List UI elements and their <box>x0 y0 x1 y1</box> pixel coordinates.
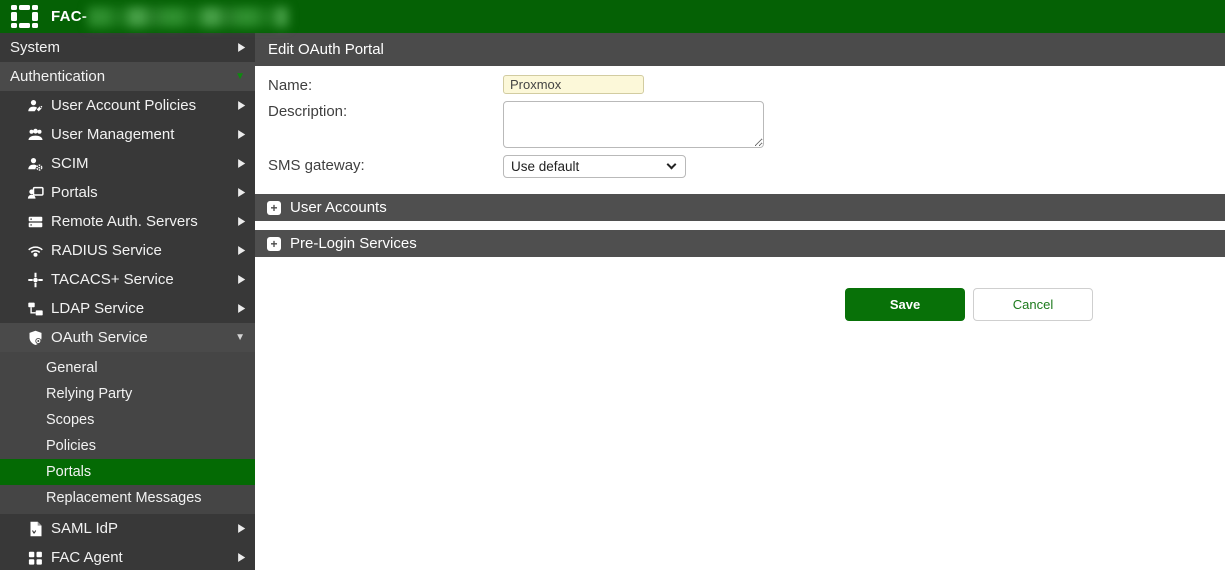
section-label: Pre-Login Services <box>290 235 417 252</box>
servers-icon <box>26 214 44 230</box>
chevron-right-icon: ▶ <box>238 522 245 536</box>
expand-plus-icon[interactable]: + <box>267 201 281 215</box>
sidebar-item-label: SCIM <box>51 155 238 172</box>
sidebar-item-remote-auth-servers[interactable]: Remote Auth. Servers ▶ <box>0 207 255 236</box>
name-row: Name: <box>268 75 1225 94</box>
page-title: Edit OAuth Portal <box>268 41 384 58</box>
user-window-icon <box>26 185 44 201</box>
sidebar-item-portals[interactable]: Portals ▶ <box>0 178 255 207</box>
sms-gateway-select[interactable]: Use default <box>503 155 686 178</box>
sidebar-item-saml-idp[interactable]: SAML IdP ▶ <box>0 514 255 543</box>
sidebar-item-label: LDAP Service <box>51 300 238 317</box>
description-label: Description: <box>268 101 503 120</box>
sidebar-item-oauth-portals[interactable]: Portals <box>0 459 255 485</box>
section-label: User Accounts <box>290 199 387 216</box>
form-actions: Save Cancel <box>845 288 1225 321</box>
edit-oauth-portal-form: Name: Description: SMS gateway: Use defa… <box>255 66 1225 185</box>
tree-hierarchy-icon <box>26 301 44 317</box>
main-content: Edit OAuth Portal Name: Description: SMS… <box>255 33 1225 570</box>
sidebar-item-ldap-service[interactable]: LDAP Service ▶ <box>0 294 255 323</box>
sidebar-item-fac-agent[interactable]: FAC Agent ▶ <box>0 543 255 570</box>
sidebar-item-label: OAuth Service <box>51 329 235 346</box>
chevron-right-icon: ▶ <box>238 215 245 229</box>
chevron-right-icon: ▶ <box>238 186 245 200</box>
description-row: Description: <box>268 101 1225 148</box>
chevron-down-icon: ▼ <box>235 71 245 82</box>
chevron-right-icon: ▶ <box>238 157 245 171</box>
sidebar-item-label: General <box>46 360 245 376</box>
sidebar-item-label: Policies <box>46 438 245 454</box>
sidebar-item-label: SAML IdP <box>51 520 238 537</box>
sms-gateway-label: SMS gateway: <box>268 155 503 174</box>
sidebar-item-label: Portals <box>46 464 245 480</box>
sidebar-item-user-management[interactable]: User Management ▶ <box>0 120 255 149</box>
sidebar-item-label: User Management <box>51 126 238 143</box>
sidebar-item-label: Remote Auth. Servers <box>51 213 238 230</box>
fortinet-logo-icon <box>11 5 38 28</box>
sidebar-item-radius-service[interactable]: RADIUS Service ▶ <box>0 236 255 265</box>
page-title-bar: Edit OAuth Portal <box>255 33 1225 66</box>
sidebar-item-label: FAC Agent <box>51 549 238 566</box>
network-plus-icon <box>26 272 44 288</box>
sidebar-item-system[interactable]: System ▶ <box>0 33 255 62</box>
sms-gateway-row: SMS gateway: Use default <box>268 155 1225 178</box>
sidebar-item-label: TACACS+ Service <box>51 271 238 288</box>
sidebar-item-oauth-general[interactable]: General <box>0 355 255 381</box>
sidebar-item-user-account-policies[interactable]: User Account Policies ▶ <box>0 91 255 120</box>
users-group-icon <box>26 127 44 143</box>
top-bar: FAC- <box>0 0 1225 33</box>
chevron-right-icon: ▶ <box>238 551 245 565</box>
sidebar-item-label: User Account Policies <box>51 97 238 114</box>
sidebar-item-label: Scopes <box>46 412 245 428</box>
sidebar-item-scim[interactable]: SCIM ▶ <box>0 149 255 178</box>
sidebar-item-label: Replacement Messages <box>46 490 245 506</box>
chevron-right-icon: ▶ <box>238 128 245 142</box>
sms-gateway-select-wrap: Use default <box>503 155 686 178</box>
sidebar-item-label: Portals <box>51 184 238 201</box>
appliance-title: FAC- <box>51 7 288 27</box>
user-gear-icon <box>26 156 44 172</box>
sidebar-item-label: System <box>10 39 238 56</box>
redacted-hostname <box>88 7 288 27</box>
sidebar-item-label: RADIUS Service <box>51 242 238 259</box>
appliance-title-prefix: FAC- <box>51 8 87 25</box>
expand-plus-icon[interactable]: + <box>267 237 281 251</box>
sidebar-item-oauth-replacement-messages[interactable]: Replacement Messages <box>0 485 255 511</box>
sidebar-item-oauth-service[interactable]: OAuth Service ▼ <box>0 323 255 352</box>
description-textarea[interactable] <box>503 101 764 148</box>
sidebar-item-oauth-policies[interactable]: Policies <box>0 433 255 459</box>
chevron-right-icon: ▶ <box>238 273 245 287</box>
document-icon <box>26 521 44 537</box>
chevron-right-icon: ▶ <box>238 41 245 55</box>
sidebar-item-tacacs-service[interactable]: TACACS+ Service ▶ <box>0 265 255 294</box>
user-wrench-icon <box>26 98 44 114</box>
name-input[interactable] <box>503 75 644 94</box>
wifi-icon <box>26 243 44 259</box>
section-pre-login-services[interactable]: + Pre-Login Services <box>255 230 1225 257</box>
cancel-button[interactable]: Cancel <box>973 288 1093 321</box>
chevron-down-icon: ▼ <box>235 332 245 343</box>
sidebar-item-label: Relying Party <box>46 386 245 402</box>
oauth-service-submenu: General Relying Party Scopes Policies Po… <box>0 352 255 514</box>
sidebar-item-oauth-relying-party[interactable]: Relying Party <box>0 381 255 407</box>
grid-tiles-icon <box>26 550 44 566</box>
sidebar-item-label: Authentication <box>10 68 235 85</box>
chevron-right-icon: ▶ <box>238 99 245 113</box>
name-label: Name: <box>268 75 503 94</box>
section-user-accounts[interactable]: + User Accounts <box>255 194 1225 221</box>
save-button[interactable]: Save <box>845 288 965 321</box>
chevron-right-icon: ▶ <box>238 302 245 316</box>
sidebar-item-oauth-scopes[interactable]: Scopes <box>0 407 255 433</box>
chevron-right-icon: ▶ <box>238 244 245 258</box>
sidebar-item-authentication[interactable]: Authentication ▼ <box>0 62 255 91</box>
sidebar-nav: System ▶ Authentication ▼ User Account P… <box>0 33 255 570</box>
shield-icon <box>26 330 44 346</box>
